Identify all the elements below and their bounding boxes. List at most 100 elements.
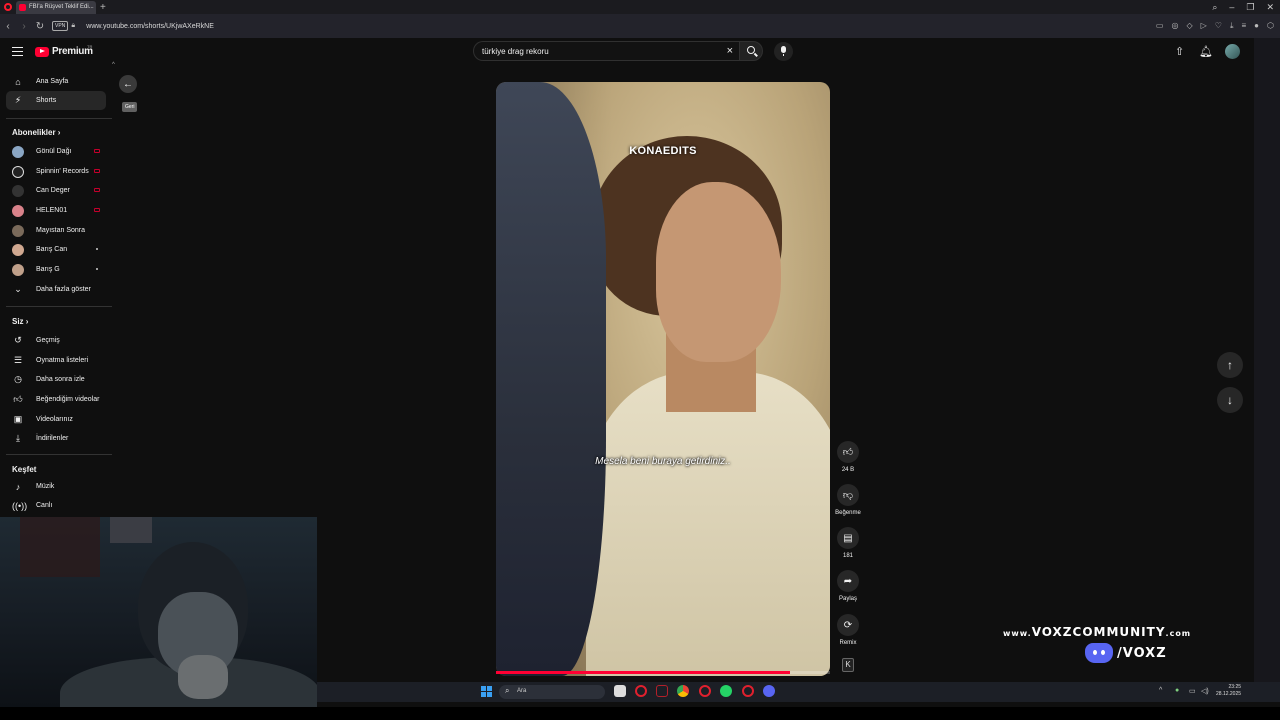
sidebar-item-shorts[interactable]: ⚡︎ Shorts — [6, 91, 106, 110]
lock-icon[interactable]: 🔒︎ — [68, 22, 78, 30]
minimize-button[interactable]: – — [1229, 2, 1234, 12]
extensions-icon[interactable]: ⬡ — [1267, 21, 1274, 31]
you-heading[interactable]: Siz › — [12, 317, 28, 326]
whatsapp-taskbar-icon[interactable] — [720, 685, 732, 697]
discord-handle: /VOXZ — [1117, 645, 1167, 661]
sound-thumbnail[interactable]: K — [842, 658, 854, 672]
share-button[interactable]: ➦ Paylaş — [835, 570, 861, 602]
channel-name: Can Deger — [36, 187, 70, 194]
taskbar-clock[interactable]: 23:25 28.12.2025 — [1216, 684, 1241, 698]
opera-taskbar-icon[interactable] — [635, 685, 647, 697]
next-short-button[interactable]: ↓ — [1217, 387, 1243, 413]
tab-icon[interactable]: ▭ — [1156, 21, 1164, 31]
sidebar-item-downloads[interactable]: ⤓ İndirilenler — [6, 429, 106, 448]
youtube-logo[interactable]: Premium — [35, 46, 93, 57]
back-button[interactable]: ← — [119, 75, 137, 93]
shield-icon[interactable]: ◇ — [1186, 21, 1192, 31]
tab-title: FBI'a Rüşvet Teklif Edi... — [29, 4, 94, 10]
hamburger-menu-icon[interactable] — [12, 47, 23, 56]
previous-short-button[interactable]: ↑ — [1217, 352, 1243, 378]
thumbs-up-icon: 👍︎ — [13, 394, 23, 404]
channel-name: HELEN01 — [36, 207, 68, 214]
share-icon: ➦ — [837, 570, 859, 592]
sidebar-item-subscription[interactable]: Barış Can — [6, 240, 106, 259]
divider — [6, 454, 112, 455]
search-input[interactable]: türkiye drag rekoru × — [473, 41, 739, 61]
profile-icon[interactable]: ● — [1254, 21, 1259, 31]
community-url-overlay: www.VOXZCOMMUNITY.com — [1003, 625, 1191, 639]
shorts-video-player[interactable]: KONAEDITS Mesela beni buraya getirdiniz.… — [496, 82, 830, 676]
browser-tab[interactable]: FBI'a Rüşvet Teklif Edi... × — [16, 0, 96, 14]
video-progress-bar[interactable] — [496, 671, 830, 674]
windows-start-icon[interactable] — [481, 686, 492, 697]
tray-chevron-up-icon[interactable]: ^ — [1159, 687, 1162, 694]
voice-search-button[interactable] — [774, 42, 793, 61]
camera-icon[interactable]: ◎ — [1171, 21, 1178, 31]
comments-button[interactable]: ▤ 181 — [835, 527, 861, 559]
sidebar-item-label: İndirilenler — [36, 435, 69, 442]
download-icon[interactable]: ⤓ — [1230, 21, 1234, 31]
sidebar-item-playlists[interactable]: ☰ Oynatma listeleri — [6, 351, 106, 370]
volume-icon[interactable]: ◁) — [1201, 687, 1209, 695]
close-window-button[interactable]: ✕ — [1266, 2, 1274, 13]
live-icon — [94, 208, 100, 212]
sidebar-item-home[interactable]: ⌂ Ana Sayfa — [6, 72, 106, 91]
opera-gx-taskbar-icon[interactable] — [699, 685, 711, 697]
sidebar-item-subscription[interactable]: Can Deger — [6, 181, 106, 200]
opera-icon[interactable] — [4, 3, 12, 11]
new-content-dot — [96, 248, 98, 250]
sidebar-item-subscription[interactable]: Spinnin' Records — [6, 162, 106, 181]
search-button[interactable] — [739, 41, 763, 61]
arrow-left-icon: ← — [123, 78, 133, 90]
subscriptions-heading[interactable]: Abonelikler › — [12, 128, 60, 137]
sidebar-item-live[interactable]: ((•)) Canlı — [6, 496, 106, 515]
account-avatar[interactable] — [1225, 44, 1240, 59]
chrome-taskbar-icon[interactable] — [677, 685, 689, 697]
comment-count: 181 — [842, 553, 853, 559]
sidebar-item-subscription[interactable]: HELEN01 — [6, 201, 106, 220]
music-icon: ♪ — [15, 481, 21, 492]
sidebar-item-subscription[interactable]: Mayıstan Sonra — [6, 221, 106, 240]
sidebar-item-label: Geçmiş — [36, 337, 60, 344]
back-nav-icon[interactable]: ‹ — [0, 21, 16, 32]
remix-button[interactable]: ⟳ Remix — [835, 614, 861, 646]
show-more-button[interactable]: ⌄ Daha fazla göster — [6, 280, 106, 299]
network-icon[interactable]: ▭ — [1189, 687, 1196, 695]
play-icon[interactable]: ▷ — [1201, 21, 1207, 31]
sidebar-item-subscription[interactable]: Gönül Dağı — [6, 142, 106, 161]
opera-taskbar-icon-2[interactable] — [742, 685, 754, 697]
dislike-label: Beğenme — [835, 510, 861, 516]
url-field[interactable]: www.youtube.com/shorts/UKjwAXeRkNE — [86, 23, 214, 30]
sidebar-item-liked-videos[interactable]: 👍︎ Beğendiğim videolar — [6, 390, 106, 409]
sidebar-item-history[interactable]: ↺ Geçmiş — [6, 331, 106, 350]
video-figure-face — [656, 182, 781, 362]
vpn-badge[interactable]: VPN — [52, 21, 69, 31]
dislike-button[interactable]: 👎︎ Beğenme — [835, 484, 861, 516]
app-taskbar-icon[interactable] — [656, 685, 668, 697]
sidebar-item-subscription[interactable]: Barış G — [6, 260, 106, 279]
search-tabs-icon[interactable]: ⌕ — [1212, 2, 1217, 13]
clear-search-icon[interactable]: × — [727, 45, 733, 57]
channel-avatar — [12, 263, 24, 276]
tray-app-icon[interactable]: ● — [1175, 687, 1179, 694]
heart-icon[interactable]: ♡ — [1215, 21, 1222, 31]
notifications-bell-icon[interactable]: 🔔︎ — [1199, 45, 1213, 58]
sidebar-item-watch-later[interactable]: ◷ Daha sonra izle — [6, 370, 106, 389]
brand-suffix: .com — [1165, 629, 1192, 638]
menu-icon[interactable]: ≡ — [1242, 21, 1247, 31]
sidebar-item-your-videos[interactable]: ▣ Videolarınız — [6, 410, 106, 429]
forward-nav-icon[interactable]: › — [16, 21, 32, 32]
discord-taskbar-icon[interactable] — [763, 685, 775, 697]
webcam-wall-poster — [20, 517, 100, 577]
upload-icon[interactable]: ⇧ — [1175, 45, 1184, 58]
live-icon — [94, 149, 100, 153]
task-view-icon[interactable] — [614, 685, 626, 697]
new-tab-button[interactable]: + — [100, 2, 106, 13]
maximize-button[interactable]: ❐ — [1246, 2, 1254, 13]
taskbar-search[interactable]: ⌕ Ara — [499, 685, 605, 699]
webcam-person-hand — [178, 655, 228, 699]
reload-icon[interactable]: ↻ — [32, 21, 48, 32]
sidebar-item-music[interactable]: ♪ Müzik — [6, 477, 106, 496]
like-button[interactable]: 👍︎ 24 B — [835, 441, 861, 473]
scroll-up-caret-icon[interactable]: ^ — [112, 62, 115, 68]
